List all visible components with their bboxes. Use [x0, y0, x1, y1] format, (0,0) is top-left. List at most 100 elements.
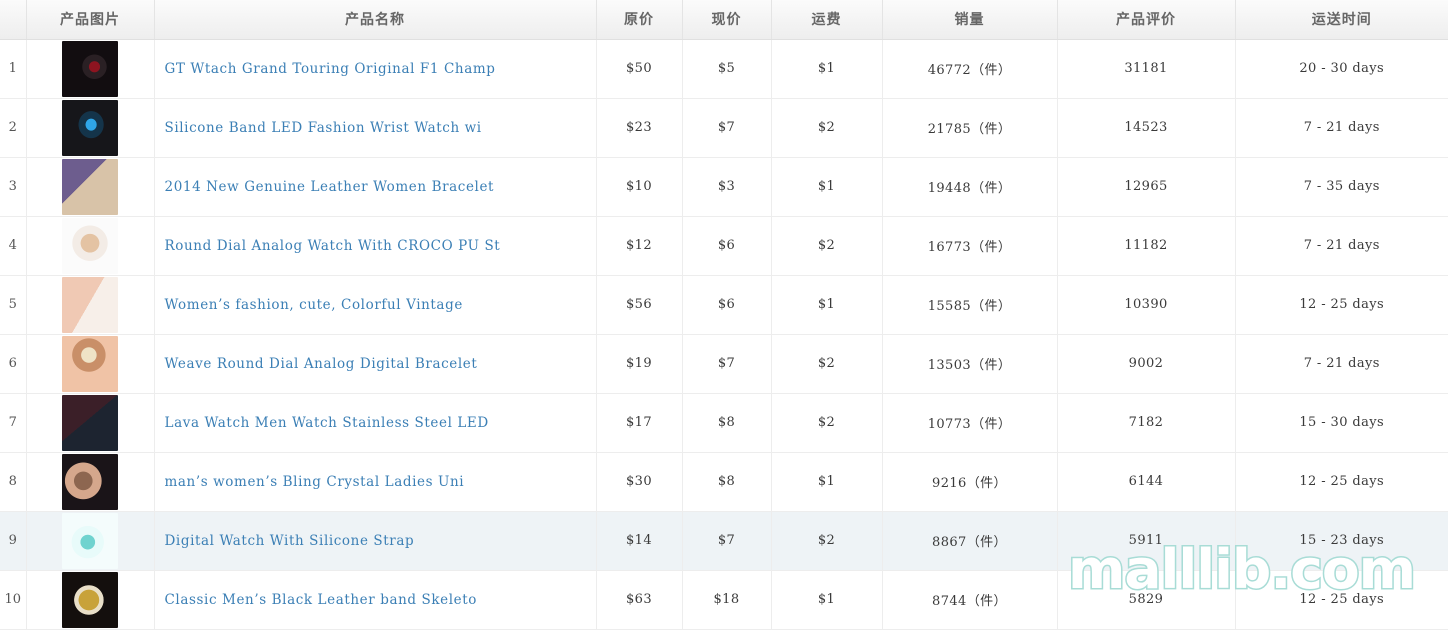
product-rating-cell: 14523: [1057, 98, 1236, 158]
table-row[interactable]: 3 2014 New Genuine Leather Women Bracelet…: [0, 157, 1448, 217]
product-image-cell[interactable]: [26, 39, 155, 99]
table-row[interactable]: 5 Women’s fashion, cute, Colorful Vintage…: [0, 275, 1448, 335]
product-thumbnail-silicone-led-watch[interactable]: [62, 99, 118, 156]
sales-volume-cell: 16773（件）: [882, 216, 1058, 276]
product-image-cell[interactable]: [26, 393, 155, 453]
shipping-fee-cell: $2: [771, 393, 883, 453]
delivery-time-cell: 12 - 25 days: [1235, 452, 1448, 512]
row-index: 7: [0, 393, 27, 453]
product-name-link[interactable]: GT Wtach Grand Touring Original F1 Champ: [165, 61, 496, 77]
delivery-time-cell: 7 - 21 days: [1235, 216, 1448, 276]
column-header-image[interactable]: 产品图片: [26, 0, 155, 40]
table-row[interactable]: 6 Weave Round Dial Analog Digital Bracele…: [0, 334, 1448, 394]
shipping-fee-cell: $1: [771, 570, 883, 630]
row-index: 2: [0, 98, 27, 158]
product-image-cell[interactable]: [26, 157, 155, 217]
current-price-cell: $6: [682, 275, 772, 335]
product-thumbnail-croco-pu-watch[interactable]: [62, 217, 118, 274]
product-thumbnail-digital-silicone-strap[interactable]: [62, 512, 118, 569]
product-name-link[interactable]: Silicone Band LED Fashion Wrist Watch wi: [165, 120, 482, 136]
product-thumbnail-colorful-vintage-watch[interactable]: [62, 276, 118, 333]
column-header-delivery-time[interactable]: 运送时间: [1235, 0, 1448, 40]
product-thumbnail-leather-women-bracelet[interactable]: [62, 158, 118, 215]
shipping-fee-cell: $1: [771, 39, 883, 99]
product-image-cell[interactable]: [26, 452, 155, 512]
column-header-rating[interactable]: 产品评价: [1057, 0, 1236, 40]
product-image-cell[interactable]: [26, 216, 155, 276]
product-name-link[interactable]: Lava Watch Men Watch Stainless Steel LED: [165, 415, 489, 431]
table-row[interactable]: 7 Lava Watch Men Watch Stainless Steel LE…: [0, 393, 1448, 453]
product-name-link[interactable]: Women’s fashion, cute, Colorful Vintage: [165, 297, 463, 313]
product-rating-cell: 31181: [1057, 39, 1236, 99]
column-header-index[interactable]: [0, 0, 27, 40]
table-row[interactable]: 8 man’s women’s Bling Crystal Ladies Uni $…: [0, 452, 1448, 512]
product-name-cell[interactable]: Weave Round Dial Analog Digital Bracelet: [154, 334, 597, 394]
column-header-shipping-fee[interactable]: 运费: [771, 0, 883, 40]
product-name-link[interactable]: man’s women’s Bling Crystal Ladies Uni: [165, 474, 465, 490]
original-price-cell: $56: [596, 275, 683, 335]
table-row[interactable]: 1 GT Wtach Grand Touring Original F1 Cham…: [0, 39, 1448, 99]
product-name-link[interactable]: Digital Watch With Silicone Strap: [165, 533, 415, 549]
row-index: 9: [0, 511, 27, 571]
row-index: 1: [0, 39, 27, 99]
sales-volume-cell: 19448（件）: [882, 157, 1058, 217]
row-index: 10: [0, 570, 27, 630]
product-image-cell[interactable]: [26, 98, 155, 158]
product-name-cell[interactable]: Lava Watch Men Watch Stainless Steel LED: [154, 393, 597, 453]
delivery-time-cell: 15 - 30 days: [1235, 393, 1448, 453]
table-row[interactable]: 4 Round Dial Analog Watch With CROCO PU S…: [0, 216, 1448, 276]
product-thumbnail-gt-f1-watch[interactable]: [62, 40, 118, 97]
table-body: 1 GT Wtach Grand Touring Original F1 Cham…: [0, 39, 1448, 630]
product-rating-cell: 9002: [1057, 334, 1236, 394]
table-row[interactable]: 2 Silicone Band LED Fashion Wrist Watch w…: [0, 98, 1448, 158]
product-image-cell[interactable]: [26, 511, 155, 571]
product-image-cell[interactable]: [26, 570, 155, 630]
column-header-name[interactable]: 产品名称: [154, 0, 597, 40]
product-name-cell[interactable]: GT Wtach Grand Touring Original F1 Champ: [154, 39, 597, 99]
shipping-fee-cell: $1: [771, 452, 883, 512]
shipping-fee-cell: $2: [771, 511, 883, 571]
product-name-link[interactable]: Weave Round Dial Analog Digital Bracelet: [165, 356, 478, 372]
delivery-time-cell: 7 - 35 days: [1235, 157, 1448, 217]
product-name-cell[interactable]: Classic Men’s Black Leather band Skeleto: [154, 570, 597, 630]
product-name-cell[interactable]: man’s women’s Bling Crystal Ladies Uni: [154, 452, 597, 512]
row-index: 6: [0, 334, 27, 394]
current-price-cell: $5: [682, 39, 772, 99]
product-name-link[interactable]: 2014 New Genuine Leather Women Bracelet: [165, 179, 495, 195]
product-thumbnail-weave-bracelet-watch[interactable]: [62, 335, 118, 392]
product-thumbnail-classic-skeleton-watch[interactable]: [62, 571, 118, 628]
column-header-sales[interactable]: 销量: [882, 0, 1058, 40]
table-header-row: 产品图片 产品名称 原价 现价 运费 销量 产品评价 运送时间: [0, 0, 1448, 40]
shipping-fee-cell: $2: [771, 334, 883, 394]
product-name-cell[interactable]: Digital Watch With Silicone Strap: [154, 511, 597, 571]
product-thumbnail-bling-crystal-ladies[interactable]: [62, 453, 118, 510]
current-price-cell: $8: [682, 393, 772, 453]
original-price-cell: $63: [596, 570, 683, 630]
product-rating-cell: 5829: [1057, 570, 1236, 630]
current-price-cell: $18: [682, 570, 772, 630]
current-price-cell: $7: [682, 511, 772, 571]
original-price-cell: $23: [596, 98, 683, 158]
sales-volume-cell: 8744（件）: [882, 570, 1058, 630]
original-price-cell: $17: [596, 393, 683, 453]
product-name-cell[interactable]: Silicone Band LED Fashion Wrist Watch wi: [154, 98, 597, 158]
column-header-current-price[interactable]: 现价: [682, 0, 772, 40]
table-row[interactable]: 9 Digital Watch With Silicone Strap $14 $7 $…: [0, 511, 1448, 571]
product-name-cell[interactable]: Round Dial Analog Watch With CROCO PU St: [154, 216, 597, 276]
product-rating-cell: 5911: [1057, 511, 1236, 571]
sales-volume-cell: 15585（件）: [882, 275, 1058, 335]
current-price-cell: $7: [682, 334, 772, 394]
row-index: 3: [0, 157, 27, 217]
column-header-original-price[interactable]: 原价: [596, 0, 683, 40]
product-name-link[interactable]: Classic Men’s Black Leather band Skeleto: [165, 592, 478, 608]
product-name-link[interactable]: Round Dial Analog Watch With CROCO PU St: [165, 238, 501, 254]
product-thumbnail-lava-steel-led-watch[interactable]: [62, 394, 118, 451]
current-price-cell: $6: [682, 216, 772, 276]
product-image-cell[interactable]: [26, 275, 155, 335]
product-name-cell[interactable]: 2014 New Genuine Leather Women Bracelet: [154, 157, 597, 217]
table-row[interactable]: 10 Classic Men’s Black Leather band Skele…: [0, 570, 1448, 630]
shipping-fee-cell: $2: [771, 216, 883, 276]
product-name-cell[interactable]: Women’s fashion, cute, Colorful Vintage: [154, 275, 597, 335]
delivery-time-cell: 15 - 23 days: [1235, 511, 1448, 571]
product-image-cell[interactable]: [26, 334, 155, 394]
